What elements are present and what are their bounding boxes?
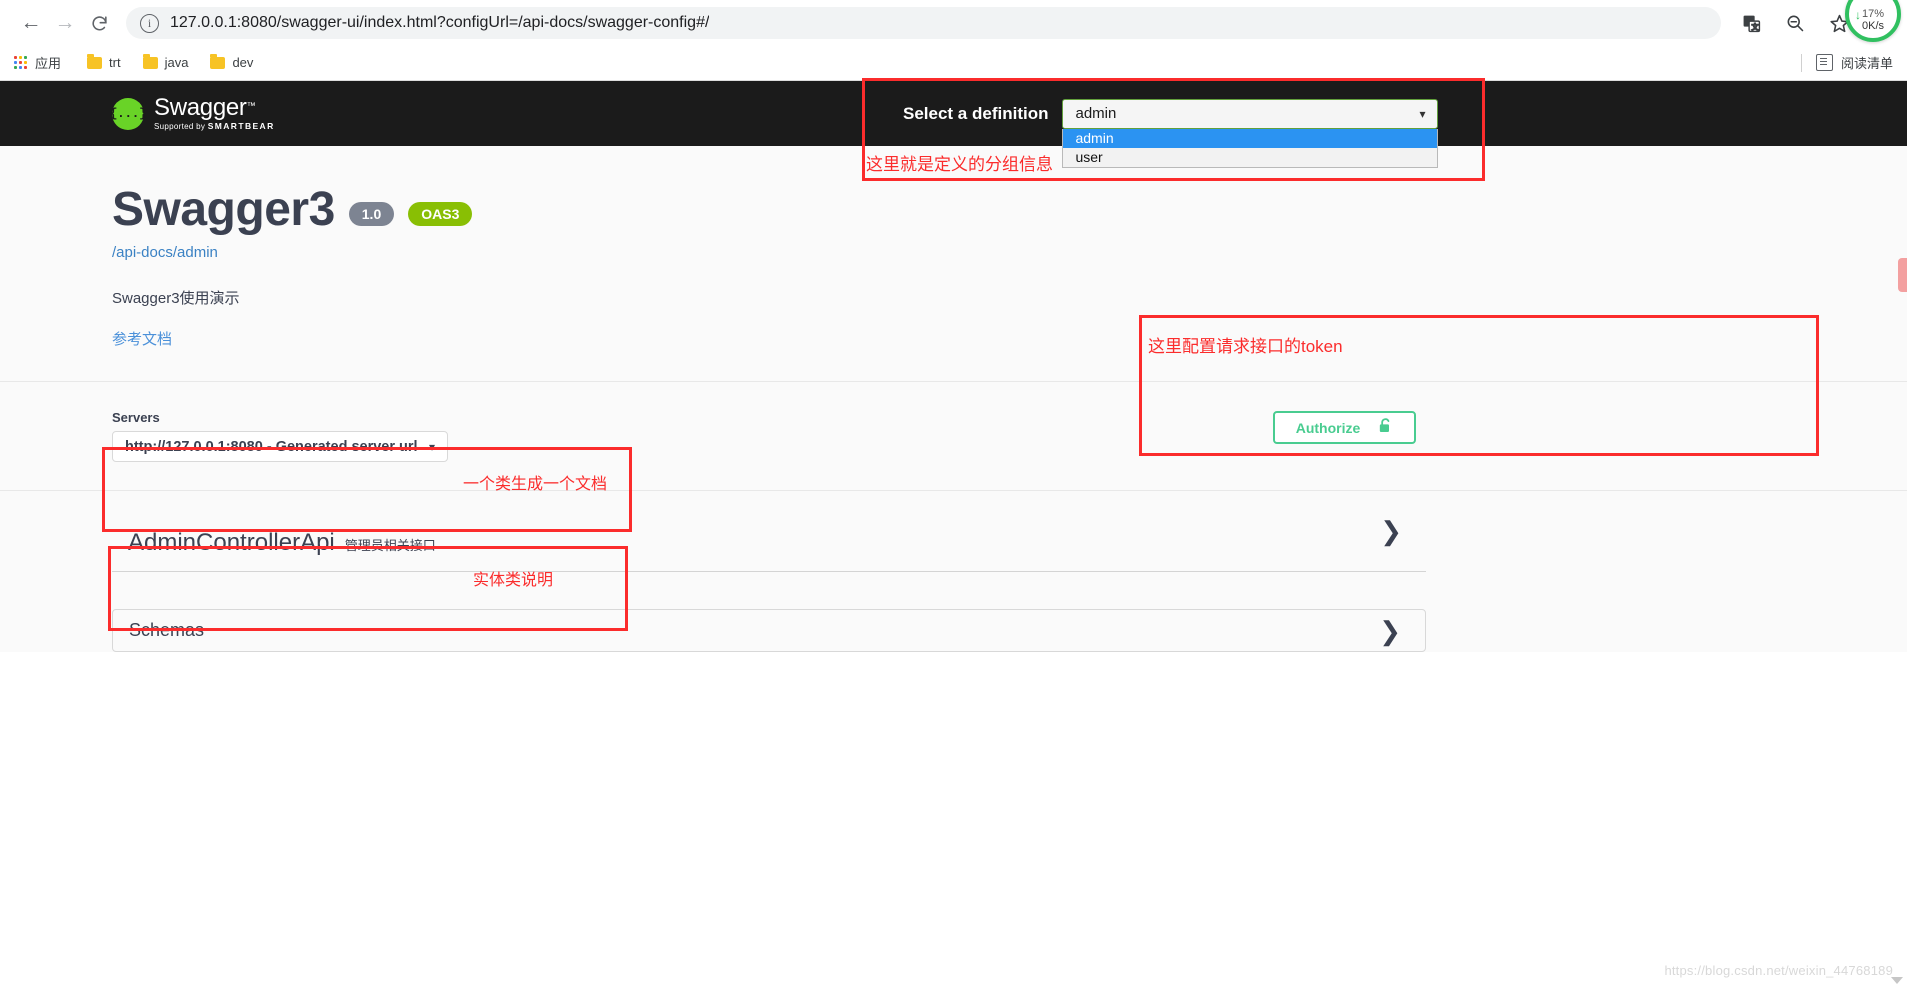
- download-percent: 17%: [1862, 9, 1884, 20]
- bookmark-folder-java[interactable]: java: [143, 55, 189, 70]
- api-docs-url-link[interactable]: /api-docs/admin: [112, 244, 1907, 261]
- servers-label: Servers: [112, 410, 1907, 425]
- page-title: Swagger3 1.0 OAS3: [112, 186, 1907, 234]
- definition-select-wrapper: admin ▾ admin user: [1062, 99, 1438, 129]
- browser-chrome: ← → i 127.0.0.1:8080/swagger-ui/index.ht…: [0, 0, 1907, 81]
- annotation-text-controller: 一个类生成一个文档: [463, 470, 607, 494]
- chevron-right-icon[interactable]: ❯: [1379, 618, 1401, 644]
- svg-text:文: 文: [1751, 22, 1758, 31]
- definition-select-value: admin: [1075, 105, 1116, 122]
- site-info-icon[interactable]: i: [140, 14, 159, 33]
- definition-select[interactable]: admin ▾: [1062, 99, 1438, 129]
- bookmarks-bar: 应用 trt java dev 阅读清单: [0, 46, 1907, 79]
- apps-grid-icon: [14, 56, 27, 69]
- swagger-logo-text: Swagger™ Supported by SMARTBEAR: [154, 96, 275, 131]
- server-select[interactable]: http://127.0.0.1:8080 - Generated server…: [112, 431, 448, 462]
- schemas-section[interactable]: Schemas ❯: [112, 609, 1426, 652]
- api-info-block: Swagger3 1.0 OAS3 /api-docs/admin Swagge…: [0, 146, 1907, 382]
- download-speed-badge[interactable]: 17% ↓ 0K/s: [1845, 0, 1901, 42]
- reading-list-button[interactable]: 阅读清单: [1801, 53, 1893, 72]
- translate-icon[interactable]: G 文: [1739, 11, 1763, 35]
- reading-list-label: 阅读清单: [1841, 53, 1893, 72]
- definition-option-user[interactable]: user: [1063, 148, 1437, 167]
- page-edge-tab[interactable]: [1898, 258, 1907, 292]
- definition-selector-area: Select a definition admin ▾ admin user: [903, 81, 1438, 146]
- bookmark-label: trt: [109, 55, 121, 70]
- back-arrow-icon[interactable]: ←: [14, 6, 48, 40]
- definition-dropdown: admin user: [1062, 129, 1438, 168]
- authorize-button[interactable]: Authorize: [1273, 411, 1416, 444]
- operations-section: AdminControllerApi 管理员相关接口 ❯ Schemas ❯: [0, 491, 1907, 652]
- trademark-mark: ™: [247, 101, 256, 111]
- annotation-text-authorize: 这里配置请求接口的token: [1148, 332, 1343, 357]
- external-docs-link[interactable]: 参考文档: [112, 328, 1907, 349]
- swagger-wordmark: Swagger: [154, 94, 247, 121]
- schemas-label: Schemas: [129, 620, 204, 641]
- swagger-braces-icon: {...}: [112, 98, 144, 130]
- bookmark-apps[interactable]: 应用: [14, 53, 61, 72]
- browser-toolbar: ← → i 127.0.0.1:8080/swagger-ui/index.ht…: [0, 0, 1907, 46]
- definition-option-label: admin: [1075, 130, 1113, 146]
- download-rate: 0K/s: [1862, 20, 1884, 32]
- folder-icon: [143, 57, 158, 69]
- download-arrow-icon: ↓: [1855, 8, 1861, 22]
- omnibox-actions: G 文: [1739, 11, 1851, 35]
- operation-tag-name: AdminControllerApi: [128, 529, 335, 557]
- swagger-logo[interactable]: {...} Swagger™ Supported by SMARTBEAR: [112, 96, 275, 131]
- bookmark-folder-trt[interactable]: trt: [87, 55, 121, 70]
- swagger-logo-glyph: {...}: [110, 106, 147, 121]
- address-bar-url: 127.0.0.1:8080/swagger-ui/index.html?con…: [170, 14, 709, 32]
- server-select-value: http://127.0.0.1:8080 - Generated server…: [125, 439, 418, 455]
- chevron-right-icon[interactable]: ❯: [1380, 518, 1402, 544]
- annotation-text-definition: 这里就是定义的分组信息: [866, 150, 1053, 175]
- zoom-out-icon[interactable]: [1783, 11, 1807, 35]
- chevron-down-icon: ▾: [429, 440, 435, 454]
- scroll-down-caret-icon[interactable]: [1891, 977, 1903, 984]
- folder-icon: [210, 57, 225, 69]
- watermark: https://blog.csdn.net/weixin_44768189: [1664, 963, 1893, 978]
- bookmark-label: 应用: [35, 53, 61, 72]
- reload-icon[interactable]: [82, 6, 116, 40]
- api-title-text: Swagger3: [112, 186, 335, 234]
- divider: [1801, 54, 1802, 72]
- servers-block: Servers http://127.0.0.1:8080 - Generate…: [0, 382, 1907, 491]
- address-bar[interactable]: i 127.0.0.1:8080/swagger-ui/index.html?c…: [126, 7, 1721, 39]
- folder-icon: [87, 57, 102, 69]
- swagger-logo-subtitle: Supported by SMARTBEAR: [154, 122, 275, 131]
- swagger-ui-page: Swagger3 1.0 OAS3 /api-docs/admin Swagge…: [0, 146, 1907, 652]
- operation-tag-description: 管理员相关接口: [345, 535, 436, 554]
- unlock-icon: [1378, 417, 1393, 439]
- supported-by-text: Supported by: [154, 122, 208, 131]
- select-definition-label: Select a definition: [903, 104, 1048, 124]
- annotation-text-schemas: 实体类说明: [473, 566, 553, 590]
- operation-tag-admincontrollerapi[interactable]: AdminControllerApi 管理员相关接口 ❯: [112, 491, 1426, 572]
- reading-list-icon: [1816, 54, 1833, 71]
- bookmark-label: dev: [232, 55, 253, 70]
- authorize-label: Authorize: [1296, 420, 1361, 436]
- swagger-topbar: {...} Swagger™ Supported by SMARTBEAR Se…: [0, 81, 1907, 146]
- version-badge: 1.0: [349, 202, 394, 226]
- definition-option-admin[interactable]: admin: [1063, 129, 1437, 148]
- bookmark-label: java: [165, 55, 189, 70]
- bookmark-folder-dev[interactable]: dev: [210, 55, 253, 70]
- chevron-down-icon: ▾: [1419, 107, 1425, 121]
- api-description: Swagger3使用演示: [112, 287, 1907, 308]
- forward-arrow-icon[interactable]: →: [48, 6, 82, 40]
- smartbear-brand: SMARTBEAR: [208, 121, 275, 131]
- oas-badge: OAS3: [408, 202, 472, 226]
- definition-option-label: user: [1075, 149, 1102, 165]
